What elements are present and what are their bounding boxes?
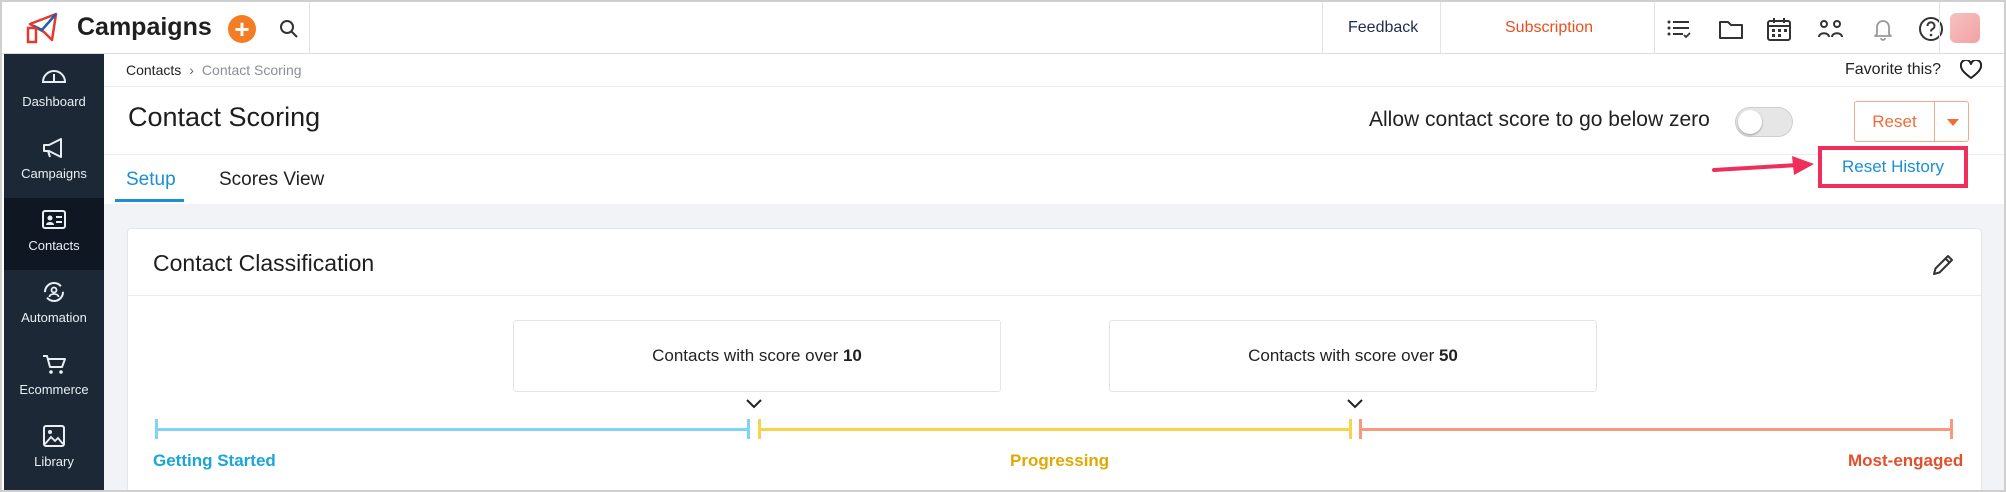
avatar[interactable] bbox=[1950, 13, 1980, 43]
list-icon[interactable] bbox=[1665, 15, 1693, 43]
page-title: Contact Scoring bbox=[128, 102, 321, 132]
sidebar-item-label: Automation bbox=[21, 310, 87, 325]
calendar-icon[interactable] bbox=[1765, 15, 1793, 43]
reset-dropdown-button[interactable] bbox=[1934, 101, 1969, 142]
threshold-text: Contacts with score over bbox=[652, 346, 843, 365]
allow-negative-score-toggle[interactable] bbox=[1735, 107, 1793, 137]
campaigns-logo bbox=[26, 12, 58, 44]
threshold-value: 50 bbox=[1438, 346, 1458, 365]
divider bbox=[1939, 2, 1940, 54]
sidebar-item-library[interactable]: Library bbox=[4, 414, 104, 486]
threshold-text: Contacts with score over bbox=[1248, 346, 1439, 365]
tab-scores-view[interactable]: Scores View bbox=[219, 169, 324, 191]
contact-card-icon bbox=[42, 210, 66, 229]
stage-line-progressing bbox=[758, 428, 1352, 431]
stage-label-most-engaged: Most-engaged bbox=[1848, 451, 1964, 470]
add-button[interactable]: + bbox=[228, 15, 256, 43]
annotation-arrow bbox=[1712, 156, 1814, 175]
stage-line-getting-started bbox=[155, 428, 749, 431]
cart-icon bbox=[43, 355, 66, 374]
breadcrumb-contacts-link[interactable]: Contacts bbox=[126, 62, 181, 78]
pencil-icon[interactable] bbox=[1930, 252, 1956, 278]
stage-tick bbox=[758, 419, 761, 439]
top-bar: Campaigns + Feedback Subscription bbox=[2, 2, 2004, 54]
stage-tick bbox=[1359, 419, 1362, 439]
sidebar-item-ecommerce[interactable]: Ecommerce bbox=[4, 342, 104, 414]
stage-line-most-engaged bbox=[1359, 428, 1953, 431]
dashboard-icon bbox=[41, 70, 67, 83]
app-title: Campaigns bbox=[77, 13, 212, 41]
card-title: Contact Classification bbox=[153, 250, 375, 276]
divider bbox=[1654, 2, 1655, 54]
breadcrumb-current: Contact Scoring bbox=[201, 62, 302, 78]
sidebar-item-automation[interactable]: Automation bbox=[4, 270, 104, 342]
help-icon[interactable] bbox=[1917, 15, 1945, 43]
reset-button[interactable]: Reset bbox=[1854, 101, 1934, 142]
sidebar-item-campaigns[interactable]: Campaigns bbox=[4, 126, 104, 198]
sidebar-item-label: Contacts bbox=[28, 238, 80, 253]
feedback-link[interactable]: Feedback bbox=[1348, 19, 1418, 37]
automation-icon bbox=[44, 282, 64, 302]
app-window: Campaigns + Feedback Subscription Dashbo… bbox=[0, 0, 2006, 492]
stage-tick bbox=[1950, 419, 1953, 439]
reset-history-link[interactable]: Reset History bbox=[1818, 146, 1968, 188]
sidebar-item-dashboard[interactable]: Dashboard bbox=[4, 54, 104, 126]
sidebar-item-label: Campaigns bbox=[21, 166, 87, 181]
search-icon[interactable] bbox=[278, 18, 300, 40]
megaphone-icon bbox=[43, 138, 62, 158]
sidebar-item-contacts[interactable]: Contacts bbox=[4, 198, 104, 270]
stage-label-progressing: Progressing bbox=[1010, 451, 1110, 470]
allow-negative-score-label: Allow contact score to go below zero bbox=[1369, 108, 1710, 131]
chevron-down-icon bbox=[1347, 399, 1363, 409]
threshold-box-high[interactable]: Contacts with score over 50 bbox=[1109, 320, 1597, 392]
sidebar: Dashboard Campaigns Contacts Automation … bbox=[4, 54, 104, 490]
divider bbox=[1322, 2, 1323, 54]
divider bbox=[128, 295, 1981, 296]
sidebar-item-label: Library bbox=[34, 454, 74, 469]
toggle-knob bbox=[1738, 110, 1762, 134]
folder-icon[interactable] bbox=[1717, 15, 1745, 43]
divider bbox=[1440, 2, 1441, 54]
stage-label-getting-started: Getting Started bbox=[153, 451, 276, 470]
bell-icon[interactable] bbox=[1869, 15, 1897, 43]
stage-tick bbox=[747, 419, 750, 439]
active-tab-indicator bbox=[115, 199, 184, 202]
divider bbox=[309, 2, 310, 54]
breadcrumb: Contacts › Contact Scoring bbox=[126, 62, 302, 78]
breadcrumb-separator: › bbox=[189, 62, 194, 78]
stage-tick bbox=[1349, 419, 1352, 439]
users-icon[interactable] bbox=[1817, 15, 1845, 43]
sidebar-item-label: Ecommerce bbox=[19, 382, 89, 397]
divider bbox=[104, 86, 2004, 87]
favorite-label: Favorite this? bbox=[1845, 61, 1942, 78]
chevron-down-icon bbox=[746, 399, 762, 409]
stage-tick bbox=[155, 419, 158, 439]
threshold-box-low[interactable]: Contacts with score over 10 bbox=[513, 320, 1001, 392]
subscription-link[interactable]: Subscription bbox=[1505, 19, 1593, 37]
tab-setup[interactable]: Setup bbox=[126, 169, 176, 191]
heart-icon[interactable] bbox=[1960, 60, 1982, 80]
image-library-icon bbox=[43, 425, 65, 447]
sidebar-item-label: Dashboard bbox=[22, 94, 86, 109]
threshold-value: 10 bbox=[842, 346, 862, 365]
